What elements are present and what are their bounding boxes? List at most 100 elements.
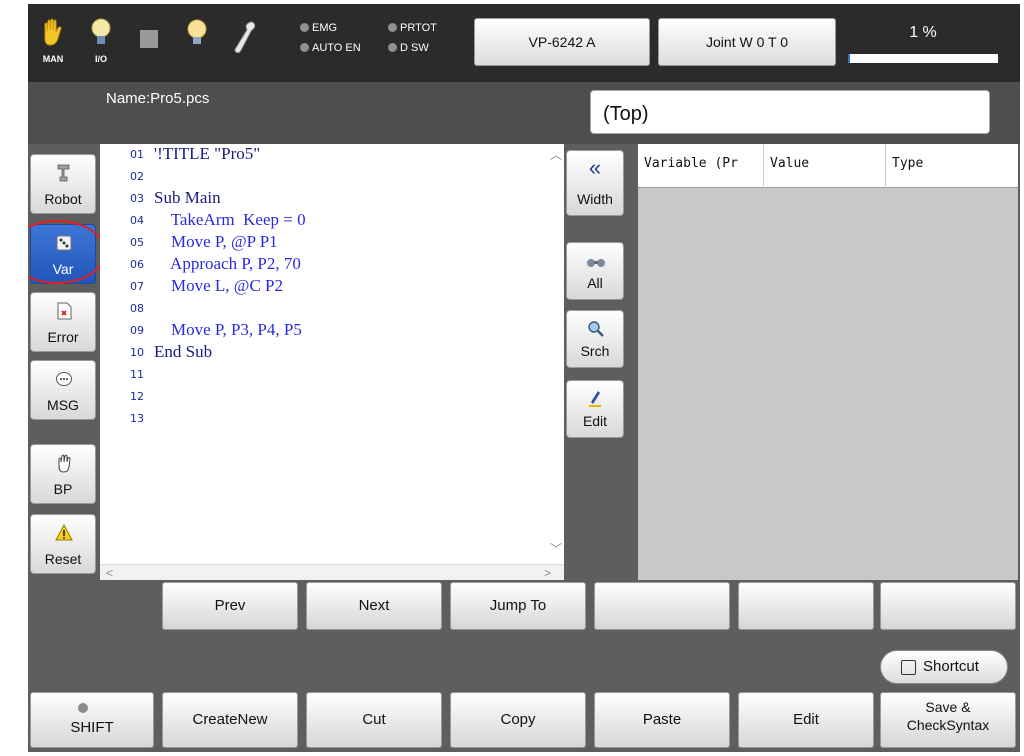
code-line[interactable]: Move P, @P P1 xyxy=(154,232,278,252)
function-button-5[interactable] xyxy=(738,582,874,630)
mode-label: MAN xyxy=(42,54,64,64)
robot-arm-icon xyxy=(57,164,70,182)
line-number: 08 xyxy=(130,302,144,315)
program-header: Name:Pro5.pcs (Top) xyxy=(28,82,1020,144)
robot-button-label: Robot xyxy=(44,191,82,207)
edit-button[interactable]: Edit xyxy=(738,692,874,748)
pen-icon xyxy=(589,391,601,407)
speed-bar xyxy=(848,54,998,63)
variable-table-header: Variable (Pr Value Type xyxy=(638,144,1018,188)
create-new-button[interactable]: CreateNew xyxy=(162,692,298,748)
bp-button-label: BP xyxy=(53,481,73,497)
line-number: 07 xyxy=(130,280,144,293)
line-number: 03 xyxy=(130,192,144,205)
code-line[interactable]: Sub Main xyxy=(154,188,221,208)
horizontal-scrollbar[interactable]: < > xyxy=(100,564,564,580)
code-editor[interactable]: 01 02 03 04 05 06 07 08 09 10 11 12 13 '!TITLE "Pro5… xyxy=(100,144,564,580)
shift-label: SHIFT xyxy=(70,719,114,736)
line-number: 01 xyxy=(130,148,144,161)
next-button[interactable]: Next xyxy=(306,582,442,630)
line-number-gutter: 01 02 03 04 05 06 07 08 09 10 11 12 13 xyxy=(100,144,152,564)
width-button-label: Width xyxy=(577,191,613,207)
all-button[interactable]: All xyxy=(566,242,624,300)
auto-en-lamp: AUTO EN xyxy=(300,40,361,56)
save-label-line2: CheckSyntax xyxy=(906,717,990,733)
binoculars-icon xyxy=(587,259,605,267)
line-number: 12 xyxy=(130,390,144,403)
function-button-6[interactable] xyxy=(880,582,1016,630)
line-number: 04 xyxy=(130,214,144,227)
scroll-down-icon[interactable]: ﹀ xyxy=(550,540,562,557)
prtot-lamp: PRTOT xyxy=(388,20,437,36)
search-button-label: Srch xyxy=(580,343,610,359)
stop-square-icon xyxy=(140,30,158,48)
code-line[interactable]: Move L, @C P2 xyxy=(154,276,283,296)
line-number: 02 xyxy=(130,170,144,183)
shortcut-label: Shortcut xyxy=(923,658,979,675)
dsw-lamp: D SW xyxy=(388,40,429,56)
manual-mode-button[interactable]: MAN xyxy=(36,18,70,66)
error-button[interactable]: Error xyxy=(30,292,96,352)
scroll-up-icon[interactable]: ︿ xyxy=(550,146,562,163)
prev-button[interactable]: Prev xyxy=(162,582,298,630)
robot-model-button[interactable]: VP-6242 A xyxy=(474,18,650,66)
line-number: 05 xyxy=(130,236,144,249)
reset-button[interactable]: Reset xyxy=(30,514,96,574)
code-line[interactable]: TakeArm Keep = 0 xyxy=(154,210,306,230)
line-number: 06 xyxy=(130,258,144,271)
vertical-scrollbar[interactable]: ︿ ﹀ xyxy=(548,144,564,564)
io-button[interactable]: I/O xyxy=(84,18,118,66)
cut-button[interactable]: Cut xyxy=(306,692,442,748)
shortcut-arrow-icon xyxy=(901,660,916,675)
code-line[interactable]: '!TITLE "Pro5" xyxy=(154,144,260,164)
scroll-left-icon[interactable]: < xyxy=(106,566,113,580)
joint-tool-button[interactable]: Joint W 0 T 0 xyxy=(658,18,836,66)
function-button-4[interactable] xyxy=(594,582,730,630)
jump-to-button[interactable]: Jump To xyxy=(450,582,586,630)
save-check-syntax-button[interactable]: Save & CheckSyntax xyxy=(880,692,1016,748)
column-variable[interactable]: Variable (Pr xyxy=(638,144,764,188)
light-bulb-icon xyxy=(187,19,207,44)
code-line[interactable]: End Sub xyxy=(154,342,212,362)
robot-button[interactable]: Robot xyxy=(30,154,96,214)
lamp-indicator xyxy=(180,18,214,66)
speed-percent: 1 % xyxy=(909,24,937,41)
edit-tool-button-label: Edit xyxy=(582,413,608,429)
width-button[interactable]: « Width xyxy=(566,150,624,216)
paste-button[interactable]: Paste xyxy=(594,692,730,748)
lamp-panel: EMG PRTOT AUTO EN D SW xyxy=(300,18,470,58)
stop-indicator xyxy=(132,18,166,66)
teach-pendant-window: MAN I/O EMG PRTOT AUTO EN D SW VP-6242 A… xyxy=(28,4,1020,752)
scroll-right-icon[interactable]: > xyxy=(544,566,551,580)
line-number: 11 xyxy=(130,368,144,381)
reset-button-label: Reset xyxy=(44,551,82,567)
all-button-label: All xyxy=(587,275,603,291)
hand-stop-icon xyxy=(58,454,71,473)
shift-button[interactable]: SHIFT xyxy=(30,692,154,748)
column-value[interactable]: Value xyxy=(764,144,886,188)
position-box[interactable]: (Top) xyxy=(590,90,990,134)
line-number: 09 xyxy=(130,324,144,337)
io-bulb-icon xyxy=(91,18,111,44)
msg-button[interactable]: MSG xyxy=(30,360,96,420)
double-chevron-left-icon: « xyxy=(588,155,602,180)
status-bar: MAN I/O EMG PRTOT AUTO EN D SW VP-6242 A… xyxy=(28,4,1020,82)
error-document-icon xyxy=(57,302,72,320)
search-icon xyxy=(588,321,604,337)
column-type[interactable]: Type xyxy=(886,144,1018,188)
variable-table[interactable]: Variable (Pr Value Type xyxy=(638,144,1018,580)
bp-button[interactable]: BP xyxy=(30,444,96,504)
search-button[interactable]: Srch xyxy=(566,310,624,368)
shortcut-button[interactable]: Shortcut xyxy=(880,650,1008,684)
copy-button[interactable]: Copy xyxy=(450,692,586,748)
code-line[interactable]: Move P, P3, P4, P5 xyxy=(154,320,302,340)
maintenance-button[interactable] xyxy=(228,18,262,66)
program-name: Name:Pro5.pcs xyxy=(106,90,210,107)
edit-tool-button[interactable]: Edit xyxy=(566,380,624,438)
error-button-label: Error xyxy=(47,329,79,345)
hand-icon xyxy=(44,18,62,46)
emg-lamp: EMG xyxy=(300,20,337,36)
warning-icon xyxy=(55,523,73,541)
wrench-icon xyxy=(234,21,256,54)
code-line[interactable]: Approach P, P2, 70 xyxy=(154,254,301,274)
